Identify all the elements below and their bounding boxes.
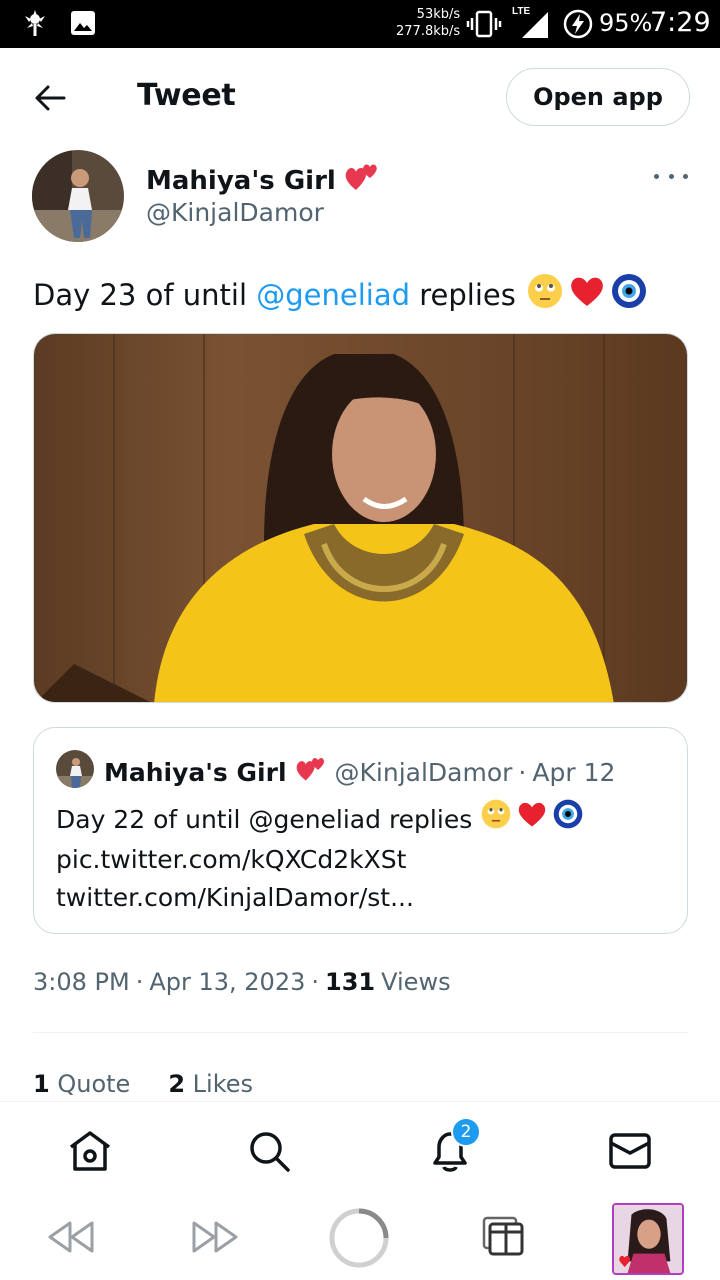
battery-level: 95% xyxy=(599,9,653,37)
evil-eye-emoji-icon xyxy=(552,798,584,841)
quoted-author-name: Mahiya's Girl xyxy=(104,757,287,787)
nav-tabs-button[interactable] xyxy=(479,1213,527,1259)
messages-icon xyxy=(609,1133,651,1169)
back-icon xyxy=(48,1221,94,1253)
author-name-text: Mahiya's Girl xyxy=(146,165,336,196)
page-title: Tweet xyxy=(137,78,236,113)
quoted-author-handle: @KinjalDamor xyxy=(334,757,513,787)
views-count: 131 xyxy=(325,968,376,996)
evil-eye-emoji-icon xyxy=(610,272,648,317)
tweet-text: Day 23 of until @geneliad replies xyxy=(33,272,648,317)
author-name[interactable]: Mahiya's Girl xyxy=(146,160,380,201)
red-heart-emoji-icon xyxy=(516,799,548,840)
hearts-emoji-icon xyxy=(295,754,327,790)
quote-count: 1 xyxy=(33,1070,50,1098)
battery-charging-icon xyxy=(562,8,594,45)
signal-icon xyxy=(520,10,550,45)
tweet-photo[interactable] xyxy=(33,333,688,703)
open-app-button[interactable]: Open app xyxy=(506,68,690,126)
home-icon xyxy=(69,1131,111,1171)
more-options-button[interactable] xyxy=(654,166,688,186)
tweet-text-prefix: Day 23 of until xyxy=(33,277,257,312)
network-speed: 53kb/s 277.8kb/s xyxy=(396,6,460,40)
eye-roll-emoji-icon xyxy=(526,272,564,317)
nav-home-button[interactable] xyxy=(328,1207,390,1269)
quoted-text: Day 22 of until @geneliad replies xyxy=(56,804,473,834)
profile-thumbnail[interactable] xyxy=(612,1203,684,1275)
views-label: Views xyxy=(381,968,451,996)
likes-count: 2 xyxy=(168,1070,186,1098)
quoted-date: Apr 12 xyxy=(532,757,616,787)
divider xyxy=(33,1032,688,1033)
quotes-stat[interactable]: 1 Quote xyxy=(33,1070,130,1098)
net-up: 53kb/s xyxy=(416,7,461,22)
search-icon xyxy=(250,1132,290,1172)
mention-link[interactable]: @geneliad xyxy=(256,278,410,312)
app-notification-icon xyxy=(20,8,50,38)
forward-icon xyxy=(192,1221,238,1253)
eye-roll-emoji-icon xyxy=(480,798,512,841)
tabs-icon xyxy=(482,1216,524,1256)
meta-separator: · xyxy=(135,968,144,996)
hearts-emoji-icon xyxy=(344,160,380,201)
net-down: 277.8kb/s xyxy=(396,24,461,39)
quoted-tweet-header: Mahiya's Girl @KinjalDamor · Apr 12 xyxy=(104,754,615,790)
meta-separator: · xyxy=(311,968,320,996)
tab-home[interactable] xyxy=(67,1128,113,1174)
tweet-date[interactable]: Apr 13, 2023 xyxy=(149,968,305,996)
notifications-badge: 2 xyxy=(451,1117,481,1147)
more-dot-icon xyxy=(654,173,659,179)
back-button[interactable] xyxy=(30,78,70,118)
more-dot-icon xyxy=(683,173,688,179)
arrow-left-icon xyxy=(35,85,66,111)
tweet-meta: 3:08 PM · Apr 13, 2023 · 131 Views xyxy=(33,968,451,996)
clock: 7:29 xyxy=(650,7,711,38)
quoted-tweet[interactable]: Mahiya's Girl @KinjalDamor · Apr 12 Day … xyxy=(33,727,688,934)
red-heart-emoji-icon xyxy=(568,273,606,316)
author-avatar[interactable] xyxy=(32,150,124,242)
quote-label: Quote xyxy=(57,1070,131,1098)
quoted-separator: · xyxy=(518,757,527,787)
tweet-stats: 1 Quote 2 Likes xyxy=(33,1070,253,1098)
tweet-text-suffix: replies xyxy=(410,277,516,312)
image-notification-icon xyxy=(68,8,98,38)
quoted-author-avatar xyxy=(56,750,94,788)
quoted-link-pic: pic.twitter.com/kQXCd2kXSt xyxy=(56,845,407,874)
tab-messages[interactable] xyxy=(607,1128,653,1174)
home-circle-icon xyxy=(329,1208,389,1268)
likes-label: Likes xyxy=(192,1070,254,1098)
nav-back-button[interactable] xyxy=(44,1217,96,1257)
more-dot-icon xyxy=(668,173,674,179)
tab-search[interactable] xyxy=(246,1128,292,1174)
quoted-link-tweet: twitter.com/KinjalDamor/st... xyxy=(56,883,414,912)
header: Tweet Open app xyxy=(0,48,720,146)
browser-nav-bar xyxy=(0,1191,720,1280)
nav-forward-button[interactable] xyxy=(190,1217,242,1257)
tweet-time: 3:08 PM xyxy=(33,968,130,996)
status-bar: 53kb/s 277.8kb/s LTE 95% 7:29 xyxy=(0,0,720,48)
vibrate-icon xyxy=(466,10,502,43)
author-handle[interactable]: @KinjalDamor xyxy=(146,198,324,227)
quoted-tweet-text: Day 22 of until @geneliad replies pic.tw… xyxy=(56,798,584,917)
likes-stat[interactable]: 2 Likes xyxy=(168,1070,253,1098)
bottom-tab-bar xyxy=(0,1101,720,1191)
